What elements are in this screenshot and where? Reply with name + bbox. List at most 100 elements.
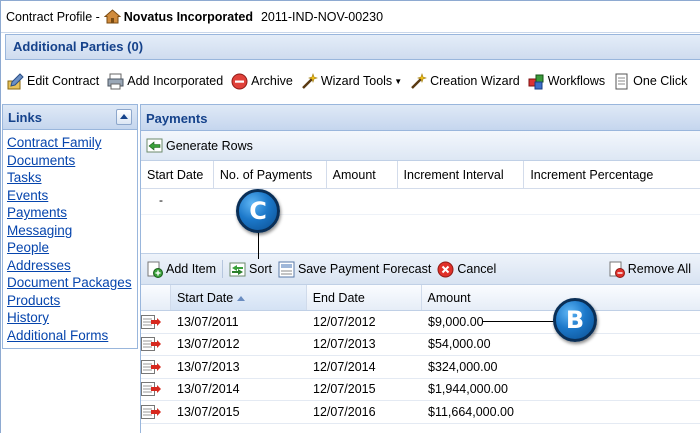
main-toolbar: Edit Contract Add Incorporated Archive W… (1, 65, 700, 97)
additional-parties-bar[interactable]: Additional Parties (0) (5, 34, 700, 60)
link-payments[interactable]: Payments (7, 204, 137, 222)
callout-c-badge: C (236, 189, 280, 233)
schedule-header: Start Date No. of Payments Amount Increm… (141, 161, 700, 189)
grid-toolbar: Add Item Sort Save Payment Forecast Canc… (141, 253, 700, 285)
sort-icon (229, 261, 246, 278)
grid-col-end-date[interactable]: End Date (307, 285, 422, 310)
row-end-date: 12/07/2012 (313, 314, 376, 329)
contract-profile-window: Contract Profile - Novatus Incorporated … (0, 0, 700, 433)
company-name[interactable]: Novatus Incorporated (124, 10, 253, 24)
table-row[interactable]: 13/07/2012 12/07/2013 $54,000.00 (141, 333, 700, 356)
link-messaging[interactable]: Messaging (7, 222, 137, 240)
save-payment-forecast-button[interactable]: Save Payment Forecast (278, 261, 431, 278)
schedule-col-no-payments[interactable]: No. of Payments (214, 161, 327, 188)
link-tasks[interactable]: Tasks (7, 169, 137, 187)
edit-icon (7, 72, 24, 90)
printer-icon (107, 73, 124, 90)
cancel-button[interactable]: Cancel (437, 261, 496, 278)
grid-header: Start Date End Date Amount (141, 285, 700, 311)
schedule-empty-area (141, 215, 700, 253)
creation-wizard-button[interactable]: Creation Wizard (410, 72, 520, 90)
add-incorporated-button[interactable]: Add Incorporated (107, 73, 223, 90)
callout-b-leader-line (483, 321, 555, 322)
row-start-date: 13/07/2013 (177, 359, 240, 374)
generate-rows-button[interactable]: Generate Rows (146, 137, 253, 154)
archive-icon (231, 73, 248, 90)
link-people[interactable]: People (7, 239, 137, 257)
edit-contract-button[interactable]: Edit Contract (7, 72, 99, 90)
link-history[interactable]: History (7, 309, 137, 327)
link-document-packages[interactable]: Document Packages (7, 274, 137, 292)
row-end-date: 12/07/2013 (313, 337, 376, 352)
add-item-button[interactable]: Add Item (146, 261, 216, 278)
toolbar-separator (222, 260, 224, 278)
sort-ascending-icon (237, 296, 246, 302)
cancel-icon (437, 261, 454, 278)
schedule-col-amount[interactable]: Amount (327, 161, 398, 188)
row-end-date: 12/07/2016 (313, 404, 376, 419)
links-list: Contract Family Documents Tasks Events P… (3, 130, 137, 344)
callout-b-badge: B (553, 298, 597, 342)
archive-button[interactable]: Archive (231, 73, 293, 90)
link-products[interactable]: Products (7, 292, 137, 310)
row-start-date: 13/07/2014 (177, 382, 240, 397)
link-additional-forms[interactable]: Additional Forms (7, 327, 137, 345)
house-icon (103, 9, 122, 24)
links-panel: Links Contract Family Documents Tasks Ev… (2, 104, 138, 349)
row-amount: $54,000.00 (428, 337, 491, 352)
schedule-col-increment-percentage[interactable]: Increment Percentage (524, 161, 700, 188)
row-action-icon[interactable] (141, 311, 171, 333)
payments-header: Payments (141, 104, 700, 131)
wizard-tools-dropdown[interactable]: Wizard Tools ▼ (301, 72, 403, 90)
link-contract-family[interactable]: Contract Family (7, 134, 137, 152)
one-click-button[interactable]: One Click (613, 73, 687, 90)
links-header: Links (3, 105, 137, 130)
table-row[interactable]: 13/07/2013 12/07/2014 $324,000.00 (141, 356, 700, 379)
schedule-col-start-date[interactable]: Start Date (141, 161, 214, 188)
row-end-date: 12/07/2015 (313, 382, 376, 397)
link-documents[interactable]: Documents (7, 152, 137, 170)
wand-icon (301, 72, 318, 90)
row-amount: $324,000.00 (428, 359, 498, 374)
row-start-date: 13/07/2015 (177, 404, 240, 419)
row-action-icon[interactable] (141, 333, 171, 355)
add-item-icon (146, 261, 163, 278)
schedule-col-increment-interval[interactable]: Increment Interval (398, 161, 525, 188)
row-start-date: 13/07/2011 (177, 314, 239, 329)
link-events[interactable]: Events (7, 187, 137, 205)
row-amount: $1,944,000.00 (428, 382, 508, 397)
workflows-button[interactable]: Workflows (528, 73, 605, 90)
generate-icon (146, 137, 163, 154)
payments-panel: Payments Generate Rows Start Date No. of… (140, 104, 700, 433)
chevron-down-icon: ▼ (394, 76, 403, 86)
schedule-start-value: - (159, 193, 163, 207)
table-row[interactable]: 13/07/2011 12/07/2012 $9,000.00 (141, 311, 700, 334)
table-row[interactable]: 13/07/2015 12/07/2016 $11,664,000.00 (141, 401, 700, 424)
grid-col-start-date[interactable]: Start Date (170, 285, 307, 310)
grid-body: 13/07/2011 12/07/2012 $9,000.00 13/07/20… (141, 311, 700, 424)
workflow-icon (528, 73, 545, 90)
sort-button[interactable]: Sort (229, 261, 272, 278)
wand-icon (410, 72, 428, 90)
generate-toolbar: Generate Rows (141, 131, 700, 161)
row-action-icon[interactable] (141, 378, 171, 400)
collapse-icon[interactable] (116, 109, 132, 125)
title-prefix: Contract Profile - (6, 9, 100, 24)
remove-all-button[interactable]: Remove All (608, 261, 691, 278)
row-end-date: 12/07/2014 (313, 359, 376, 374)
row-start-date: 13/07/2012 (177, 337, 240, 352)
row-amount: $11,664,000.00 (428, 404, 514, 419)
save-forecast-icon (278, 261, 295, 278)
schedule-row[interactable]: - (141, 189, 700, 215)
remove-all-icon (608, 261, 625, 278)
title-bar: Contract Profile - Novatus Incorporated … (1, 1, 700, 33)
grid-col-icon (141, 285, 171, 310)
link-addresses[interactable]: Addresses (7, 257, 137, 275)
contract-id: 2011-IND-NOV-00230 (260, 9, 384, 24)
document-icon (613, 73, 630, 90)
row-action-icon[interactable] (141, 401, 171, 423)
callout-c-leader-line (258, 229, 259, 259)
table-row[interactable]: 13/07/2014 12/07/2015 $1,944,000.00 (141, 378, 700, 401)
row-action-icon[interactable] (141, 356, 171, 378)
additional-parties-label: Additional Parties (0) (13, 39, 144, 54)
